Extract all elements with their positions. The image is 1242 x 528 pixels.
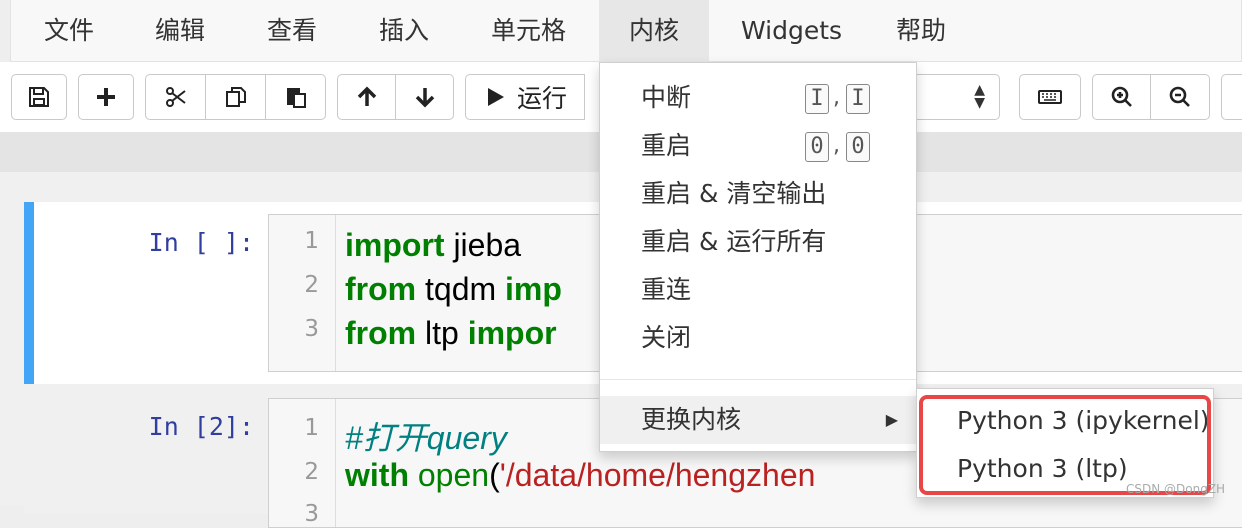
code-token: ( — [489, 457, 500, 493]
menu-item-restart-run-all[interactable]: 重启 & 运行所有 — [600, 218, 916, 266]
code-token: #打开query — [345, 420, 507, 456]
add-cell-button[interactable] — [78, 74, 134, 120]
zoom-in-icon — [1111, 86, 1132, 107]
shortcut-separator: , — [833, 133, 840, 158]
line-number: 2 — [304, 272, 319, 298]
menu-view[interactable]: 查看 — [237, 0, 347, 62]
shortcut-key: I — [805, 84, 829, 114]
cell-type-select[interactable]: ▲ ▼ — [905, 74, 1000, 120]
menu-file[interactable]: 文件 — [14, 0, 124, 62]
select-arrows-icon: ▲ ▼ — [974, 82, 985, 111]
save-icon — [29, 87, 49, 107]
code-token: from — [345, 315, 417, 351]
run-label: 运行 — [516, 84, 567, 113]
scissors-icon — [165, 87, 186, 107]
copy-icon — [225, 87, 246, 107]
code-line: #打开query — [345, 413, 507, 459]
line-number: 2 — [304, 459, 319, 485]
code-token: import — [345, 227, 445, 263]
menu-help[interactable]: 帮助 — [866, 0, 976, 62]
code-token: from — [345, 271, 417, 307]
menu-widgets[interactable]: Widgets — [711, 0, 872, 62]
kernel-menu: 中断 I , I 重启 0 , 0 重启 & 清空输出 重启 & 运行所有 重连… — [599, 62, 917, 452]
menu-item-shutdown[interactable]: 关闭 — [600, 314, 916, 362]
menu-edit[interactable]: 编辑 — [125, 0, 235, 62]
menu-item-reconnect[interactable]: 重连 — [600, 266, 916, 314]
move-up-button[interactable] — [337, 74, 396, 120]
shortcut-key: 0 — [805, 132, 829, 162]
arrow-up-icon — [357, 86, 376, 106]
menu-divider — [600, 379, 916, 380]
zoom-out-button[interactable] — [1151, 74, 1210, 120]
input-prompt: In [ ]: — [148, 228, 254, 257]
zoom-out-icon — [1169, 86, 1190, 107]
line-number: 3 — [304, 316, 319, 342]
code-token: imp — [505, 271, 562, 307]
menu-item-restart-clear[interactable]: 重启 & 清空输出 — [600, 170, 916, 218]
input-prompt: In [2]: — [148, 412, 254, 441]
save-button[interactable] — [11, 74, 67, 120]
code-line: from ltp impor — [345, 315, 557, 352]
code-token: with — [345, 457, 409, 493]
highlight-annotation — [919, 395, 1211, 495]
line-number: 3 — [304, 501, 319, 527]
code-token: jieba — [444, 227, 522, 263]
caret-right-icon: ▶ — [885, 410, 898, 429]
code-token: '/data/home/hengzhen — [499, 457, 816, 493]
shortcut-key: I — [846, 84, 870, 114]
menu-insert[interactable]: 插入 — [349, 0, 459, 62]
menu-kernel[interactable]: 内核 — [599, 0, 710, 62]
menubar: 文件 编辑 查看 插入 单元格 内核 Widgets 帮助 — [10, 0, 1242, 62]
menu-item-label: 重启 — [641, 131, 692, 160]
play-icon — [487, 88, 504, 106]
code-token: ltp — [416, 315, 468, 351]
zoom-in-button[interactable] — [1092, 74, 1151, 120]
code-token: open — [417, 457, 490, 493]
shortcut-key: 0 — [846, 132, 870, 162]
keyboard-icon — [1038, 90, 1062, 104]
paste-icon — [286, 88, 306, 108]
paste-button[interactable] — [266, 74, 326, 120]
arrow-down-icon — [415, 88, 434, 108]
line-number: 1 — [304, 415, 319, 441]
line-number: 1 — [304, 228, 319, 254]
move-down-button[interactable] — [396, 74, 454, 120]
run-button[interactable]: 运行 — [465, 74, 585, 120]
code-line: import jieba — [345, 227, 521, 264]
cut-button[interactable] — [145, 74, 206, 120]
menu-cell[interactable]: 单元格 — [461, 0, 596, 62]
menu-item-label: 中断 — [641, 83, 692, 112]
menu-item-interrupt[interactable]: 中断 I , I — [600, 74, 916, 122]
command-palette-button[interactable] — [1019, 74, 1081, 120]
menu-item-change-kernel[interactable]: 更换内核 ▶ — [600, 396, 916, 444]
code-line: from tqdm imp — [345, 271, 562, 308]
code-token: impor — [467, 315, 557, 351]
code-token: tqdm — [416, 271, 506, 307]
watermark: CSDN @DongZH — [1126, 482, 1226, 496]
menu-item-restart[interactable]: 重启 0 , 0 — [600, 122, 916, 170]
more-button[interactable] — [1221, 74, 1242, 120]
plus-icon — [97, 88, 115, 106]
copy-button[interactable] — [206, 74, 266, 120]
code-line: with open('/data/home/hengzhen — [345, 457, 815, 494]
shortcut-separator: , — [833, 85, 840, 110]
menu-item-label: 更换内核 — [641, 405, 742, 434]
